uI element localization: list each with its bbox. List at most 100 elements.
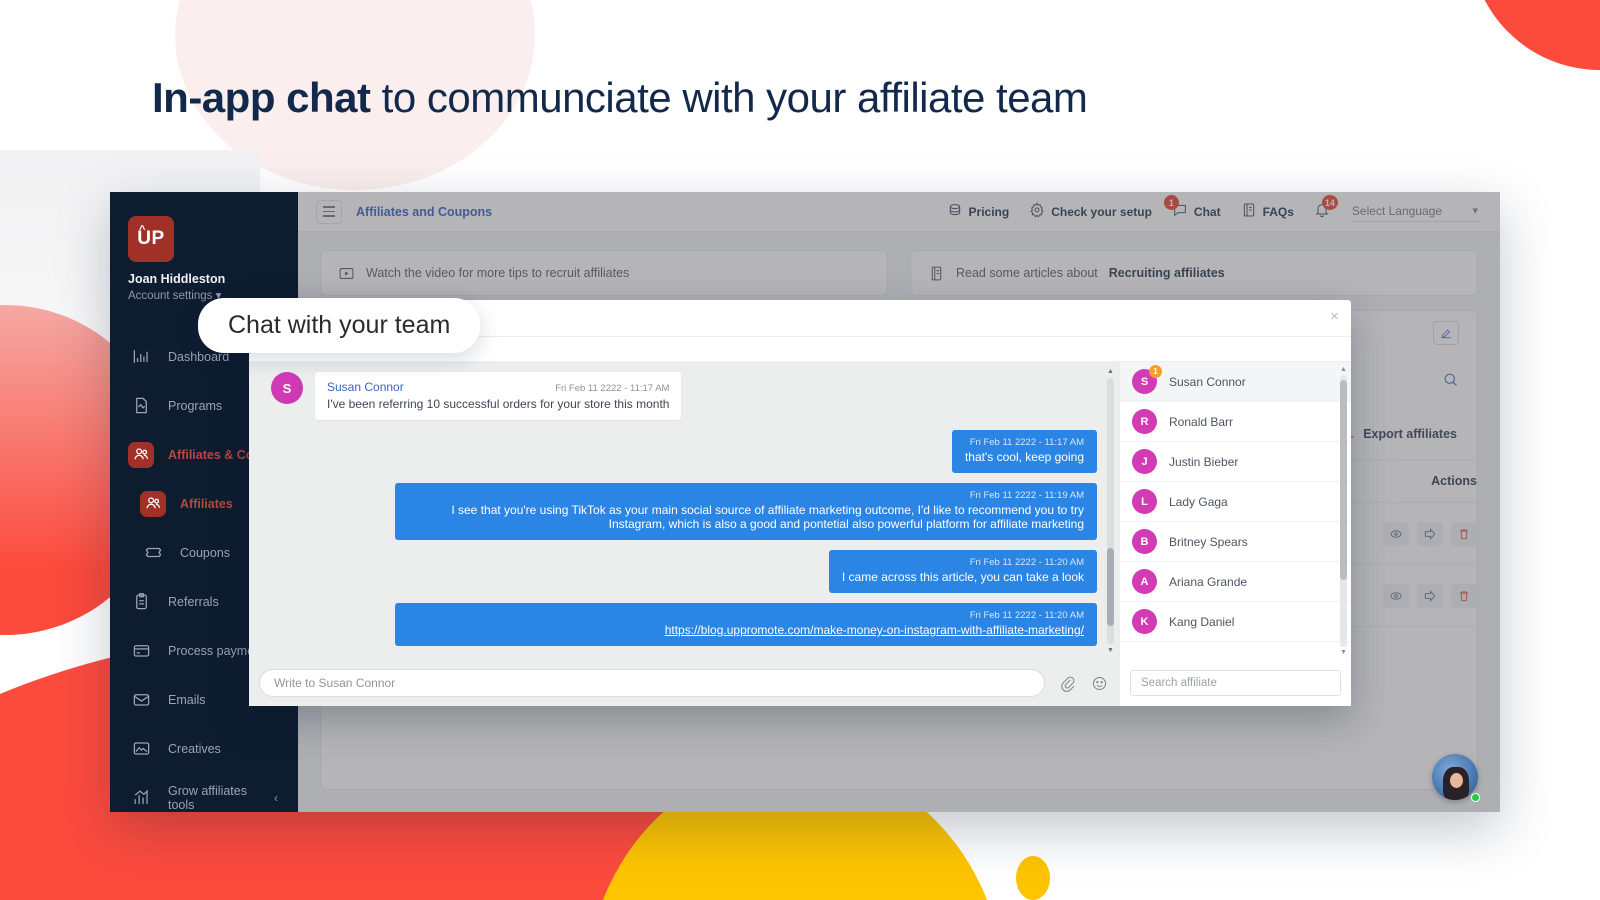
paperclip-icon[interactable]	[1057, 673, 1077, 693]
affiliate-list-item[interactable]: R Ronald Barr	[1120, 402, 1351, 442]
delete-icon[interactable]	[1451, 583, 1477, 608]
delete-icon[interactable]	[1451, 521, 1477, 546]
hamburger-menu-icon[interactable]	[316, 199, 342, 224]
headline-bold: In-app chat	[152, 74, 371, 121]
scrollbar-thumb[interactable]	[1107, 548, 1114, 626]
affiliate-list-item[interactable]: J Justin Bieber	[1120, 442, 1351, 482]
avatar: S	[271, 372, 303, 404]
check-your-setup-link[interactable]: Check your setup	[1029, 202, 1152, 221]
sidebar-item-grow-affiliates-tools[interactable]: Grow affiliates tools ‹	[110, 773, 298, 812]
notifications-badge: 14	[1321, 195, 1338, 210]
conversation-scrollbar[interactable]: ▲ ▼	[1107, 368, 1114, 654]
chat-badge: 1	[1163, 195, 1179, 210]
sidebar-item-creatives[interactable]: Creatives	[110, 724, 298, 773]
avatar: K	[1132, 609, 1157, 634]
faqs-label: FAQs	[1262, 204, 1294, 219]
affiliate-list-item[interactable]: L Lady Gaga	[1120, 482, 1351, 522]
sidebar-item-label: Referrals	[168, 594, 219, 609]
avatar: J	[1132, 449, 1157, 474]
read-articles-label: Read some articles about	[956, 266, 1098, 280]
emoji-icon[interactable]	[1089, 673, 1109, 693]
check-your-setup-label: Check your setup	[1051, 204, 1152, 219]
faqs-link[interactable]: FAQs	[1241, 202, 1294, 221]
breadcrumb[interactable]: Affiliates and Coupons	[356, 205, 492, 219]
message-bubble: Fri Feb 11 2222 - 11:20 AM I came across…	[828, 550, 1097, 593]
avatar: R	[1132, 409, 1157, 434]
edit-icon[interactable]	[1433, 321, 1459, 345]
chat-modal: × Affiliate: Susan Connor S Susan Connor…	[249, 300, 1351, 706]
export-affiliates-label: Export affiliates	[1363, 427, 1457, 441]
message-bubble: Fri Feb 11 2222 - 11:20 AM https://blog.…	[394, 603, 1097, 646]
coins-icon	[947, 202, 963, 221]
chat-link[interactable]: 1 Chat	[1163, 195, 1221, 221]
export-affiliates-button[interactable]: Export affiliates	[1341, 425, 1457, 443]
message-sender[interactable]: Susan Connor	[327, 380, 404, 394]
book-icon	[1241, 202, 1257, 221]
affiliate-list-item[interactable]: B Britney Spears	[1120, 522, 1351, 562]
avatar-face	[1450, 773, 1463, 788]
notifications-bell[interactable]: 14	[1314, 195, 1338, 221]
affiliate-list: S 1 Susan Connor R Ronald Barr J Justin …	[1120, 362, 1351, 660]
view-icon[interactable]	[1383, 583, 1409, 608]
message-input[interactable]	[259, 669, 1045, 697]
credit-card-icon	[128, 638, 154, 664]
avatar-initial: L	[1141, 495, 1148, 508]
send-icon[interactable]	[1417, 521, 1443, 546]
affiliate-name: Britney Spears	[1169, 534, 1248, 549]
users-icon	[128, 441, 154, 468]
support-avatar[interactable]	[1432, 754, 1478, 800]
affiliate-list-item[interactable]: K Kang Daniel	[1120, 602, 1351, 642]
message-header: Susan Connor Fri Feb 11 2222 - 11:17 AM	[327, 380, 669, 394]
avatar-initial: A	[1140, 575, 1149, 588]
account-settings-label: Account settings	[128, 290, 213, 302]
sidebar-item-label: Coupons	[180, 545, 231, 560]
close-icon[interactable]: ×	[1330, 309, 1339, 324]
bar-chart-icon	[128, 344, 154, 370]
header-actions-cell: Actions	[1431, 474, 1477, 488]
scroll-up-arrow-icon[interactable]: ▲	[1340, 366, 1347, 373]
pricing-link[interactable]: Pricing	[947, 202, 1010, 221]
page-headline: In-app chat to communciate with your aff…	[152, 74, 1088, 122]
info-banners: Watch the video for more tips to recruit…	[298, 232, 1500, 296]
read-articles-banner[interactable]: Read some articles about Recruiting affi…	[910, 250, 1478, 296]
image-icon	[128, 736, 154, 762]
message-outgoing: Fri Feb 11 2222 - 11:17 AM that's cool, …	[271, 430, 1097, 473]
message-text: I've been referring 10 successful orders…	[327, 397, 670, 411]
avatar: L	[1132, 489, 1157, 514]
scroll-down-arrow-icon[interactable]: ▼	[1340, 649, 1347, 656]
search-icon[interactable]	[1442, 371, 1459, 393]
view-icon[interactable]	[1383, 521, 1409, 546]
play-icon	[337, 264, 355, 282]
users-icon	[140, 490, 166, 517]
affiliate-list-pane: S 1 Susan Connor R Ronald Barr J Justin …	[1119, 362, 1351, 706]
top-navigation-bar: Affiliates and Coupons Pricing Check you…	[298, 192, 1500, 232]
message-outgoing: Fri Feb 11 2222 - 11:20 AM I came across…	[271, 550, 1097, 593]
message-composer	[249, 660, 1119, 706]
scrollbar-thumb[interactable]	[1340, 380, 1347, 580]
avatar-initial: K	[1140, 615, 1149, 628]
ticket-icon	[140, 540, 166, 566]
message-bubble: Fri Feb 11 2222 - 11:17 AM that's cool, …	[951, 430, 1097, 473]
send-icon[interactable]	[1417, 583, 1443, 608]
chat-label: Chat	[1193, 204, 1221, 219]
language-selector[interactable]: Select Language ▾	[1349, 201, 1482, 222]
scroll-down-arrow-icon[interactable]: ▼	[1107, 647, 1114, 654]
scroll-up-arrow-icon[interactable]: ▲	[1107, 368, 1114, 375]
message-outgoing: Fri Feb 11 2222 - 11:20 AM https://blog.…	[271, 603, 1097, 646]
affiliate-list-scrollbar[interactable]: ▲ ▼	[1340, 366, 1347, 656]
message-timestamp: Fri Feb 11 2222 - 11:17 AM	[555, 383, 670, 394]
watch-video-banner[interactable]: Watch the video for more tips to recruit…	[320, 250, 888, 296]
search-affiliate-input[interactable]	[1130, 670, 1341, 696]
affiliate-list-item[interactable]: A Ariana Grande	[1120, 562, 1351, 602]
book-icon	[927, 264, 945, 282]
language-label: Select Language	[1351, 204, 1442, 218]
logo-caret-icon: ^	[139, 224, 146, 236]
avatar-initial: S	[1140, 375, 1149, 388]
gear-icon	[1029, 202, 1045, 221]
pricing-label: Pricing	[968, 204, 1010, 219]
sidebar-item-label: Creatives	[168, 741, 221, 756]
affiliate-name: Susan Connor	[1169, 374, 1246, 389]
affiliate-list-item[interactable]: S 1 Susan Connor	[1120, 362, 1351, 402]
message-link[interactable]: https://blog.uppromote.com/make-money-on…	[665, 623, 1084, 637]
avatar: A	[1132, 569, 1157, 594]
